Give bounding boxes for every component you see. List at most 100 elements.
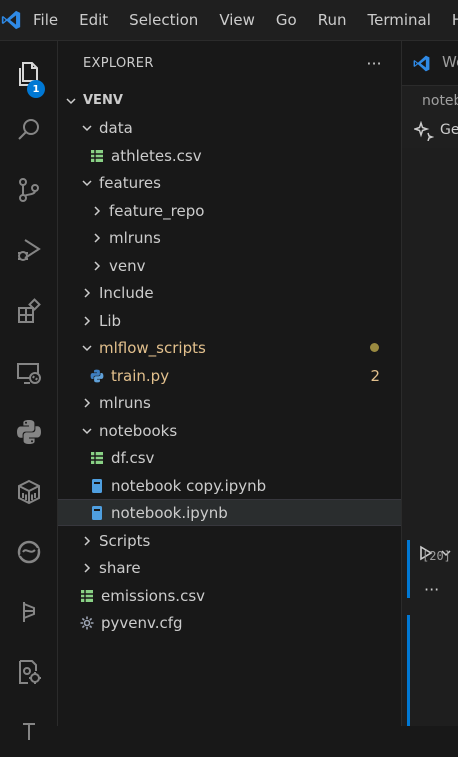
file-notebook-copy-ipynb[interactable]: notebook copy.ipynb [58,472,401,499]
tree-item-label: train.py [111,366,170,385]
extensions-icon[interactable] [0,287,57,337]
source-control-icon[interactable] [0,165,57,215]
folder-mlruns[interactable]: mlruns [58,224,401,251]
tree-item-label: notebook copy.ipynb [111,476,267,495]
run-debug-icon[interactable] [0,225,57,275]
tree-item-label: Include [99,283,154,302]
folder-share[interactable]: share [58,554,401,581]
tree-item-label: VENV [83,93,123,108]
chevron-down-icon[interactable] [78,422,96,440]
chevron-down-icon[interactable] [78,119,96,137]
explorer-sidebar: EXPLORER ··· VENV data athletes.csv feature… [58,41,402,726]
explorer-title: EXPLORER [83,55,154,71]
more-actions-button[interactable]: ··· [359,48,389,78]
remote-explorer-icon[interactable] [0,348,57,398]
breadcrumb[interactable]: noteb [422,93,458,109]
execution-count: [20] [422,549,451,563]
chevron-down-icon[interactable] [62,92,80,110]
folder-scripts[interactable]: Scripts [58,527,401,554]
activity-bar: 1 [0,41,58,740]
menu-item-view[interactable]: View [208,0,265,40]
tree-item-label: Lib [99,311,122,330]
tree-item-label: notebook.ipynb [111,503,228,522]
tree-item-label: df.csv [111,448,155,467]
cell-output-bar [407,615,410,726]
tree-item-label: Scripts [99,531,151,550]
notebook-settings-icon[interactable] [0,647,57,697]
menu-item-file[interactable]: File [22,0,68,40]
menu-item-terminal[interactable]: Terminal [357,0,441,40]
python-icon[interactable] [0,407,57,457]
kubernetes-icon[interactable] [0,587,57,637]
editor-tab[interactable]: We [402,41,458,86]
tree-item-label: feature_repo [109,201,205,220]
search-icon[interactable] [0,105,57,155]
modified-indicator [370,343,379,352]
folder-mlruns[interactable]: mlruns [58,389,401,416]
vscode-logo-icon [0,0,22,40]
folder-include[interactable]: Include [58,279,401,306]
workspace-root-venv[interactable]: VENV [58,87,401,114]
file-pyvenv-cfg[interactable]: pyvenv.cfg [58,609,401,636]
title-bar: File Edit Selection View Go Run Terminal H [0,0,458,41]
notebook-body: [20] ··· [402,148,458,726]
chevron-right-icon[interactable] [78,312,96,330]
data-wrangler-icon[interactable] [0,527,57,577]
chevron-down-icon[interactable] [78,174,96,192]
csv-file-icon [88,449,106,467]
file-emissions-csv[interactable]: emissions.csv [58,582,401,609]
tree-item-label: venv [109,256,146,275]
chevron-right-icon[interactable] [88,257,106,275]
testing-icon[interactable] [0,707,57,757]
tree-item-label: emissions.csv [101,586,206,605]
chevron-right-icon[interactable] [88,229,106,247]
folder-lib[interactable]: Lib [58,307,401,334]
containers-icon[interactable] [0,467,57,517]
tree-item-label: mlruns [99,393,151,412]
files-icon[interactable]: 1 [0,49,57,99]
csv-file-icon [88,147,106,165]
folder-venv[interactable]: venv [58,252,401,279]
menu-item-h[interactable]: H [441,0,458,40]
editor-area: We noteb Ge [20] ··· [402,41,458,726]
chevron-down-icon[interactable] [78,339,96,357]
folder-data[interactable]: data [58,114,401,141]
vscode-tab-icon [413,55,430,72]
cell-focus-bar [407,540,410,598]
file-athletes-csv[interactable]: athletes.csv [58,142,401,169]
python-file-icon [88,367,106,385]
chevron-right-icon[interactable] [78,284,96,302]
chevron-right-icon[interactable] [78,394,96,412]
problem-count-badge: 2 [370,366,380,385]
chevron-right-icon[interactable] [88,202,106,220]
menu-item-go[interactable]: Go [265,0,307,40]
tree-item-label: athletes.csv [111,146,202,165]
menu-item-edit[interactable]: Edit [68,0,118,40]
tree-item-label: features [99,173,161,192]
cell-more-button[interactable]: ··· [424,580,439,599]
tree-item-label: notebooks [99,421,178,440]
folder-features[interactable]: features [58,169,401,196]
explorer-badge: 1 [27,80,45,98]
folder-feature-repo[interactable]: feature_repo [58,197,401,224]
file-df-csv[interactable]: df.csv [58,444,401,471]
folder-notebooks[interactable]: notebooks [58,417,401,444]
tree-item-label: share [99,558,141,577]
chevron-right-icon[interactable] [78,532,96,550]
chevron-right-icon[interactable] [78,559,96,577]
explorer-header: EXPLORER ··· [58,41,401,85]
tree-item-label: mlflow_scripts [99,338,206,357]
notebook-file-icon [88,477,106,495]
tree-item-label: data [99,118,133,137]
tree-item-label: mlruns [109,228,161,247]
notebook-file-icon [88,504,106,522]
file-notebook-ipynb[interactable]: notebook.ipynb [58,499,401,526]
gear-icon [78,614,96,632]
folder-mlflow-scripts[interactable]: mlflow_scripts [58,334,401,361]
tab-label: We [442,53,458,71]
file-train-py[interactable]: train.py 2 [58,362,401,389]
generate-button-label[interactable]: Ge [440,122,458,138]
menu-item-run[interactable]: Run [307,0,357,40]
tree-item-label: pyvenv.cfg [101,613,183,632]
menu-item-selection[interactable]: Selection [118,0,208,40]
